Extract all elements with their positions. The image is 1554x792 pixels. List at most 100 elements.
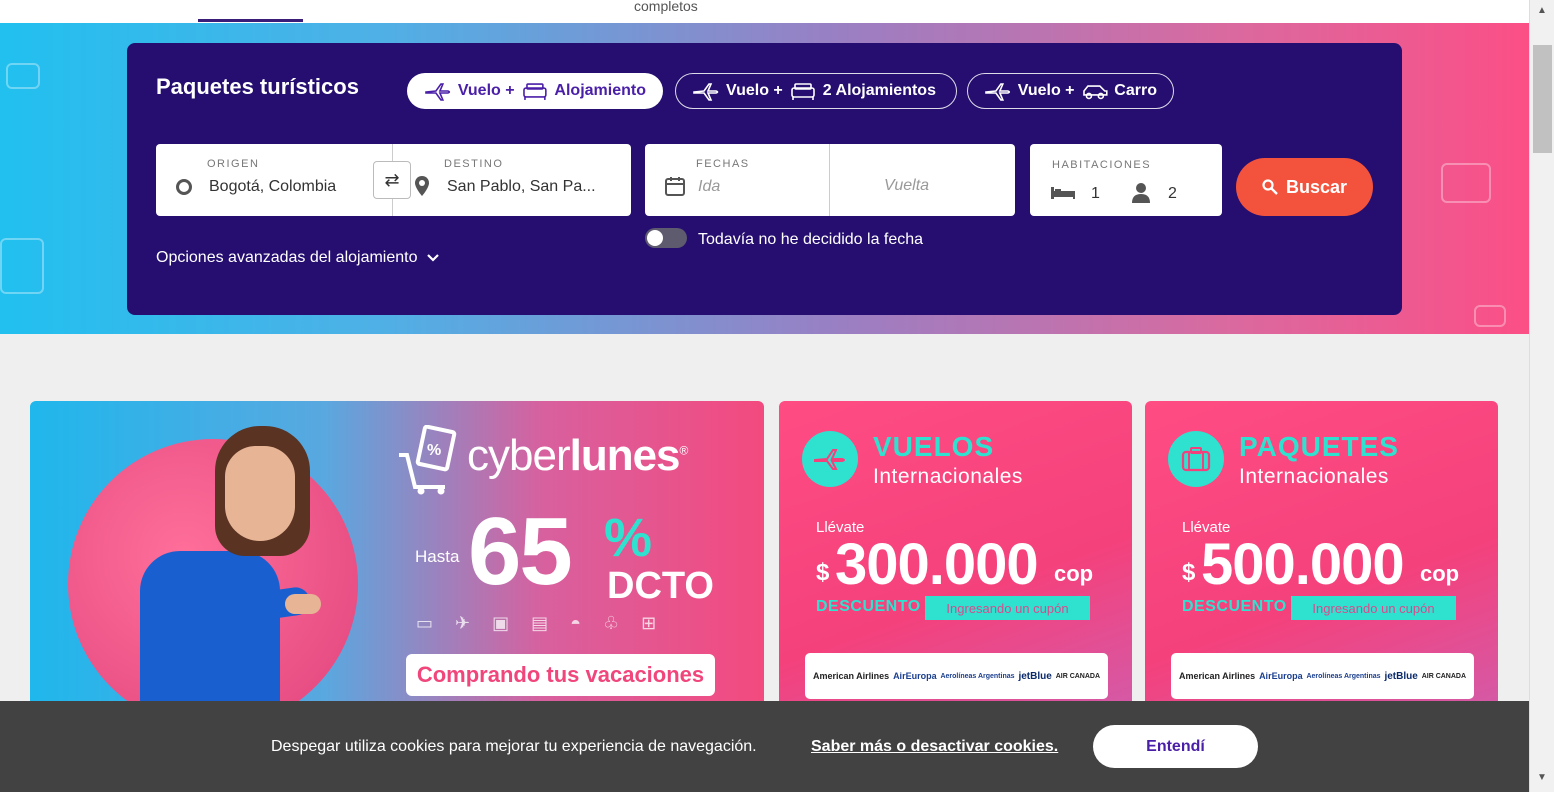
advanced-options-toggle[interactable]: Opciones avanzadas del alojamiento [156, 249, 440, 267]
promo-title: VUELOS [873, 431, 995, 462]
ticket-icon: ▤ [531, 613, 549, 633]
date-fields: FECHAS Ida Vuelta [645, 144, 1015, 216]
discount-amount: 500.000 [1201, 532, 1405, 597]
airline-logo: AirEuropa [893, 671, 937, 681]
rooms-count: 1 [1091, 185, 1100, 202]
suitcase-icon: ▣ [492, 613, 510, 633]
bed-icon [1441, 163, 1491, 203]
search-button-label: Buscar [1285, 176, 1348, 197]
plane-icon [425, 83, 451, 101]
pill-label: Carro [1114, 82, 1157, 99]
promo-subtitle: Internacionales [873, 465, 1023, 488]
route-fields: ORIGEN Bogotá, Colombia ⇄ DESTINO San Pa… [156, 144, 631, 216]
product-icons-row: ▭ ✈ ▣ ▤ ◓ ♧ ⊞ [416, 613, 656, 634]
airline-logo: AIR CANADA [1055, 672, 1101, 680]
destination-input[interactable]: San Pablo, San Pa... [447, 178, 596, 196]
currency-symbol: $ [816, 559, 830, 586]
location-pin-icon [414, 175, 430, 202]
currency-code: cop [1054, 561, 1094, 586]
svg-text:%: % [427, 442, 441, 459]
search-title: Paquetes turísticos [156, 74, 359, 99]
discount-amount: 300.000 [835, 532, 1039, 597]
coupon-tag: Ingresando un cupón [925, 596, 1090, 620]
plane-icon [802, 431, 858, 487]
promo-title: PAQUETES [1239, 431, 1399, 462]
chevron-down-icon [426, 254, 439, 262]
tab-flight-car[interactable]: Vuelo + Carro [967, 73, 1174, 109]
airline-logo: AirEuropa [1259, 671, 1303, 681]
top-nav-strip: completos [0, 0, 1529, 23]
bed-icon [790, 83, 815, 100]
rooms-field[interactable]: HABITACIONES 1 2 [1030, 144, 1222, 216]
airline-logo: American Airlines [1178, 671, 1256, 681]
suitcase-icon [1168, 431, 1224, 487]
tab-flight-hotel[interactable]: Vuelo + Alojamiento [407, 73, 663, 109]
accept-cookies-button[interactable]: Entendí [1093, 725, 1258, 768]
page-scrollbar[interactable]: ▲ ▼ [1529, 0, 1554, 792]
toggle-knob [647, 230, 663, 246]
currency-symbol: $ [1182, 559, 1196, 586]
cyberlunes-logo: cyberlunes® [467, 431, 688, 480]
swap-button[interactable]: ⇄ [373, 161, 411, 199]
people-count: 2 [1168, 185, 1177, 202]
scroll-up-arrow-icon[interactable]: ▲ [1537, 5, 1547, 16]
bed-icon [6, 63, 40, 89]
cookie-banner: Despegar utiliza cookies para mejorar tu… [0, 701, 1529, 792]
search-button[interactable]: Buscar [1236, 158, 1373, 216]
airline-logo: jetBlue [1018, 670, 1052, 682]
ticket-icon [1474, 305, 1506, 327]
cart-tag-icon: % [399, 425, 457, 495]
tab-flight-two-hotels[interactable]: Vuelo + 2 Alojamientos [675, 73, 957, 109]
undecided-date-toggle[interactable] [645, 228, 687, 248]
return-date-input[interactable]: Vuelta [884, 177, 929, 195]
car-icon: ◓ [570, 613, 582, 633]
nav-tab-label[interactable]: completos [634, 0, 698, 14]
vuelos-banner[interactable]: VUELOS Internacionales Llévate $ 300.000… [779, 401, 1132, 711]
mouse-ears-icon: ♧ [603, 613, 620, 633]
model-image [140, 551, 280, 711]
cyberlunes-banner[interactable]: % cyberlunes® Hasta 65 % DCTO ▭ ✈ ▣ ▤ ◓ … [30, 401, 764, 711]
bed-icon: ▭ [416, 613, 434, 633]
descuento-label: DESCUENTO [1182, 598, 1287, 615]
departure-date-input[interactable]: Ida [698, 178, 720, 196]
hasta-label: Hasta [415, 547, 460, 566]
scrollbar-thumb[interactable] [1533, 45, 1552, 153]
search-icon [1262, 179, 1278, 195]
calendar-icon [665, 176, 685, 201]
scroll-down-arrow-icon[interactable]: ▼ [1537, 772, 1547, 783]
origin-input[interactable]: Bogotá, Colombia [209, 178, 336, 196]
pill-prefix: Vuelo + [1017, 82, 1075, 99]
paquetes-banner[interactable]: PAQUETES Internacionales Llévate $ 500.0… [1145, 401, 1498, 711]
pill-prefix: Vuelo + [457, 82, 515, 99]
model-image [285, 594, 321, 614]
percent-sign: % [604, 508, 653, 568]
discount-value: 65 [468, 498, 573, 605]
origin-label: ORIGEN [207, 158, 260, 170]
airline-logos: American Airlines AirEuropa Aerolíneas A… [805, 653, 1108, 699]
plane-icon: ✈ [455, 613, 471, 633]
advanced-options-label: Opciones avanzadas del alojamiento [156, 249, 418, 266]
airline-logo: AIR CANADA [1421, 672, 1467, 680]
model-image [225, 446, 295, 541]
cookie-settings-link[interactable]: Saber más o desactivar cookies. [811, 738, 1058, 756]
active-tab-indicator [198, 19, 303, 22]
currency-code: cop [1420, 561, 1460, 586]
pill-label: 2 Alojamientos [822, 82, 936, 99]
cookie-message: Despegar utiliza cookies para mejorar tu… [271, 738, 757, 755]
cyberlunes-cta[interactable]: Comprando tus vacaciones [406, 654, 715, 696]
rooms-label: HABITACIONES [1052, 159, 1152, 171]
medkit-icon: ⊞ [641, 613, 657, 633]
destination-label: DESTINO [444, 158, 504, 170]
coupon-tag: Ingresando un cupón [1291, 596, 1456, 620]
pill-label: Alojamiento [554, 82, 646, 99]
promo-subtitle: Internacionales [1239, 465, 1389, 488]
airline-logo: Aerolíneas Argentinas [1306, 672, 1381, 680]
car-icon [1082, 85, 1108, 100]
undecided-date-label: Todavía no he decidido la fecha [698, 231, 924, 248]
plane-icon [693, 83, 719, 101]
bed-icon [522, 83, 547, 100]
dates-label: FECHAS [696, 158, 750, 170]
swap-arrows-icon: ⇄ [384, 169, 400, 190]
airline-logo: jetBlue [1384, 670, 1418, 682]
airline-logo: American Airlines [812, 671, 890, 681]
